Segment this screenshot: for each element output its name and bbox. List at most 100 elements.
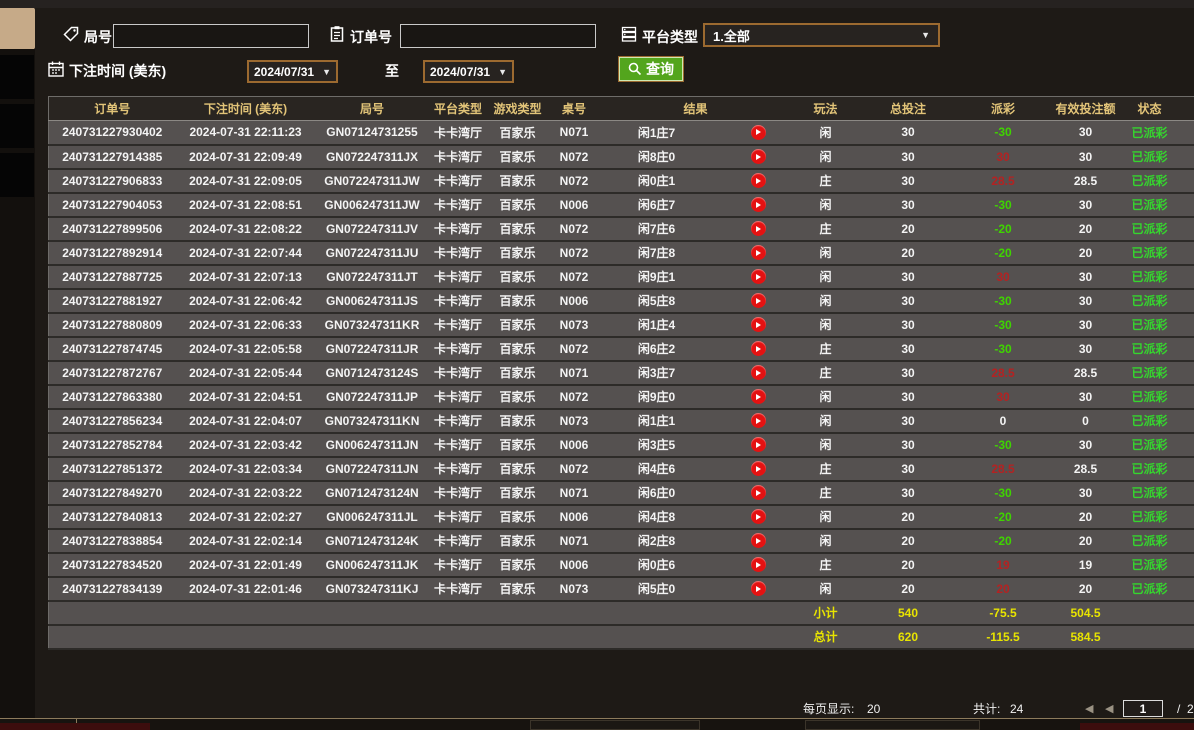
payout-cell: 0 <box>956 409 1051 433</box>
order-id-cell: 240731227892914 <box>49 241 176 265</box>
total-pages: 2 <box>1187 698 1194 720</box>
round-input[interactable] <box>113 24 309 48</box>
play-video-icon[interactable] <box>751 245 766 260</box>
extra-cell <box>1179 385 1194 409</box>
bet-time-cell: 2024-07-31 22:07:13 <box>176 265 316 289</box>
total-payout: -115.5 <box>956 625 1051 649</box>
payout-cell: -30 <box>956 193 1051 217</box>
result-text: 闲0庄1 <box>601 172 713 189</box>
payout-cell: 19 <box>956 553 1051 577</box>
play-video-icon[interactable] <box>751 269 766 284</box>
bet-time-cell: 2024-07-31 22:03:34 <box>176 457 316 481</box>
status-cell: 已派彩 <box>1121 385 1179 409</box>
payout-cell: -20 <box>956 217 1051 241</box>
date-from-select[interactable]: 2024/07/31 ▼ <box>247 60 338 83</box>
order-input[interactable] <box>400 24 596 48</box>
column-header: 派彩 <box>956 97 1051 121</box>
order-id-cell: 240731227880809 <box>49 313 176 337</box>
valid-bet-cell: 30 <box>1051 289 1121 313</box>
play-video-icon[interactable] <box>751 221 766 236</box>
extra-cell <box>1179 121 1194 145</box>
total-bet-cell: 30 <box>861 457 956 481</box>
status-cell: 已派彩 <box>1121 481 1179 505</box>
play-video-icon[interactable] <box>751 197 766 212</box>
valid-bet-cell: 30 <box>1051 193 1121 217</box>
extra-cell <box>1179 145 1194 169</box>
total-label: 总计 <box>791 625 861 649</box>
result-text: 闲0庄6 <box>601 556 713 573</box>
bet-time-cell: 2024-07-31 22:05:44 <box>176 361 316 385</box>
result-text: 闲6庄0 <box>601 484 713 501</box>
play-video-icon[interactable] <box>751 485 766 500</box>
round-id-cell: GN072247311JX <box>316 145 429 169</box>
platform-cell: 卡卡湾厅 <box>429 577 488 601</box>
play-video-icon[interactable] <box>751 413 766 428</box>
first-page-icon[interactable]: ◀ <box>1085 698 1093 720</box>
play-video-icon[interactable] <box>751 125 766 140</box>
column-header: 桌号 <box>548 97 601 121</box>
table-row: 240731227852784 2024-07-31 22:03:42 GN00… <box>49 433 1194 457</box>
play-video-icon[interactable] <box>751 509 766 524</box>
result-text: 闲7庄8 <box>601 244 713 261</box>
valid-bet-cell: 30 <box>1051 313 1121 337</box>
platform-cell: 卡卡湾厅 <box>429 505 488 529</box>
table-row: 240731227887725 2024-07-31 22:07:13 GN07… <box>49 265 1194 289</box>
extra-cell <box>1179 361 1194 385</box>
platform-cell: 卡卡湾厅 <box>429 217 488 241</box>
table-row: 240731227834520 2024-07-31 22:01:49 GN00… <box>49 553 1194 577</box>
game-type-cell: 百家乐 <box>488 337 548 361</box>
play-cell: 庄 <box>791 457 861 481</box>
play-video-icon[interactable] <box>751 149 766 164</box>
play-video-icon[interactable] <box>751 365 766 380</box>
status-cell: 已派彩 <box>1121 289 1179 313</box>
play-video-icon[interactable] <box>751 389 766 404</box>
sidebar-tab[interactable] <box>0 153 34 197</box>
per-page-label: 每页显示: <box>803 698 854 720</box>
valid-bet-cell: 28.5 <box>1051 457 1121 481</box>
round-id-cell: GN0712473124K <box>316 529 429 553</box>
page-input[interactable] <box>1123 700 1163 717</box>
status-cell: 已派彩 <box>1121 313 1179 337</box>
platform-select[interactable]: 1.全部 ▼ <box>703 23 940 47</box>
subtotal-label: 小计 <box>791 601 861 625</box>
extra-cell <box>1179 193 1194 217</box>
round-id-cell: GN07124731255 <box>316 121 429 145</box>
table-no-cell: N071 <box>548 529 601 553</box>
chevron-down-icon: ▼ <box>322 67 331 77</box>
play-video-icon[interactable] <box>751 557 766 572</box>
order-filter-label: 订单号 <box>350 27 392 47</box>
play-video-icon[interactable] <box>751 461 766 476</box>
result-cell: 闲3庄7 <box>601 361 791 385</box>
sidebar-tab[interactable] <box>0 55 34 99</box>
chevron-down-icon: ▼ <box>921 30 930 40</box>
date-to-select[interactable]: 2024/07/31 ▼ <box>423 60 514 83</box>
round-id-cell: GN072247311JW <box>316 169 429 193</box>
payout-cell: -20 <box>956 529 1051 553</box>
total-valid-bet: 584.5 <box>1051 625 1121 649</box>
total-bet-cell: 30 <box>861 433 956 457</box>
result-cell: 闲5庄8 <box>601 289 791 313</box>
play-cell: 庄 <box>791 553 861 577</box>
play-video-icon[interactable] <box>751 581 766 596</box>
query-button[interactable]: 查询 <box>618 56 684 82</box>
bet-time-cell: 2024-07-31 22:06:33 <box>176 313 316 337</box>
table-no-cell: N006 <box>548 433 601 457</box>
sidebar-tab[interactable] <box>0 104 34 148</box>
prev-page-icon[interactable]: ◀ <box>1105 698 1113 720</box>
table-no-cell: N072 <box>548 385 601 409</box>
order-id-cell: 240731227851372 <box>49 457 176 481</box>
play-video-icon[interactable] <box>751 341 766 356</box>
total-bet-cell: 30 <box>861 409 956 433</box>
play-video-icon[interactable] <box>751 533 766 548</box>
total-bet-cell: 30 <box>861 337 956 361</box>
platform-cell: 卡卡湾厅 <box>429 121 488 145</box>
total-bet-cell: 30 <box>861 169 956 193</box>
play-video-icon[interactable] <box>751 293 766 308</box>
result-cell: 闲9庄0 <box>601 385 791 409</box>
play-video-icon[interactable] <box>751 317 766 332</box>
play-video-icon[interactable] <box>751 173 766 188</box>
table-body: 240731227930402 2024-07-31 22:11:23 GN07… <box>49 121 1194 601</box>
column-header: 状态 <box>1121 97 1179 121</box>
play-video-icon[interactable] <box>751 437 766 452</box>
result-cell: 闲0庄6 <box>601 553 791 577</box>
